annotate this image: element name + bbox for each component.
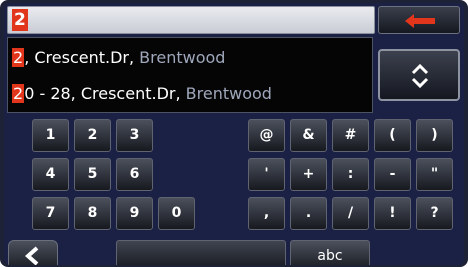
key-7[interactable]: 7 — [32, 197, 69, 230]
result-street: , Crescent.Dr, — [24, 48, 140, 67]
key-period[interactable]: . — [290, 197, 327, 230]
search-input[interactable]: 2 — [7, 6, 375, 34]
address-entry-screen: 2 2, Crescent.Dr, Brentwood 20 - 28, Cre… — [4, 3, 464, 265]
back-button[interactable] — [8, 240, 58, 265]
key-4[interactable]: 4 — [32, 158, 69, 191]
result-match: 2 — [12, 84, 25, 103]
key-open-paren[interactable]: ( — [374, 119, 411, 152]
key-8[interactable]: 8 — [74, 197, 111, 230]
result-item[interactable]: 20 - 28, Crescent.Dr, Brentwood — [8, 76, 376, 112]
key-3[interactable]: 3 — [116, 119, 153, 152]
key-comma[interactable]: , — [248, 197, 285, 230]
key-0[interactable]: 0 — [158, 197, 195, 230]
key-at[interactable]: @ — [248, 119, 285, 152]
result-street: 0 - 28, Crescent.Dr, — [24, 84, 186, 103]
key-hash[interactable]: # — [332, 119, 369, 152]
key-slash[interactable]: / — [332, 197, 369, 230]
key-1[interactable]: 1 — [32, 119, 69, 152]
search-input-text: 2 — [12, 9, 28, 31]
chevron-up-down-icon — [411, 63, 429, 89]
result-item[interactable]: 2, Crescent.Dr, Brentwood — [8, 40, 376, 76]
key-close-paren[interactable]: ) — [416, 119, 453, 152]
result-town: Brentwood — [139, 48, 226, 67]
result-match: 2 — [12, 48, 25, 67]
key-6[interactable]: 6 — [116, 158, 153, 191]
key-9[interactable]: 9 — [116, 197, 153, 230]
key-colon[interactable]: : — [332, 158, 369, 191]
keyboard-mode-button[interactable]: abc — [290, 240, 370, 265]
key-hyphen[interactable]: - — [374, 158, 411, 191]
key-2[interactable]: 2 — [74, 119, 111, 152]
result-town: Brentwood — [185, 84, 272, 103]
key-exclamation[interactable]: ! — [374, 197, 411, 230]
list-scroll-button[interactable] — [378, 49, 460, 101]
backspace-button[interactable] — [378, 6, 460, 34]
space-key[interactable] — [116, 240, 286, 265]
arrow-left-icon — [405, 14, 435, 28]
key-apostrophe[interactable]: ' — [248, 158, 285, 191]
results-list: 2, Crescent.Dr, Brentwood 20 - 28, Cresc… — [7, 37, 373, 113]
key-5[interactable]: 5 — [74, 158, 111, 191]
key-quote[interactable]: " — [416, 158, 453, 191]
device-frame: 2 2, Crescent.Dr, Brentwood 20 - 28, Cre… — [0, 0, 468, 267]
chevron-left-icon — [24, 246, 39, 265]
key-question[interactable]: ? — [416, 197, 453, 230]
key-ampersand[interactable]: & — [290, 119, 327, 152]
key-plus[interactable]: + — [290, 158, 327, 191]
